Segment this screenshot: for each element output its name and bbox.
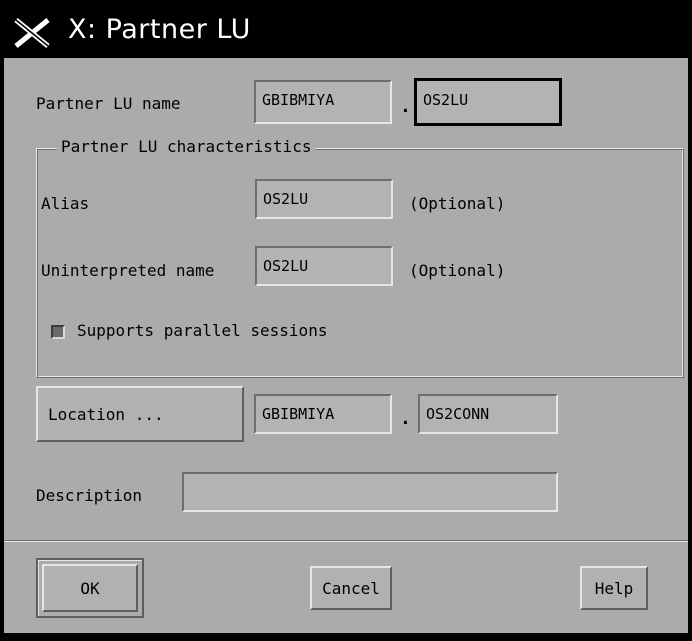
x-window-icon[interactable] [14,18,50,48]
partner-lu-separator: . [400,96,411,117]
description-label: Description [36,486,142,505]
alias-field[interactable]: OS2LU [255,179,393,219]
partner-lu-label: Partner LU name [36,94,181,113]
uninterpreted-optional-label: (Optional) [409,261,506,280]
window-title: X: Partner LU [68,14,251,45]
cancel-button[interactable]: Cancel [310,566,392,610]
button-separator [4,540,688,542]
uninterpreted-name-field[interactable]: OS2LU [255,246,393,286]
alias-label: Alias [41,194,90,213]
partner-lu-name-field[interactable]: OS2LU [414,78,562,126]
characteristics-group-title: Partner LU characteristics [57,137,316,156]
parallel-sessions-checkbox[interactable] [51,325,65,339]
uninterpreted-name-label: Uninterpreted name [41,261,215,280]
location-network-field[interactable]: GBIBMIYA [254,394,392,434]
location-button[interactable]: Location ... [36,386,244,442]
title-bar[interactable]: X: Partner LU [4,4,688,56]
location-connection-field[interactable]: OS2CONN [418,394,558,434]
partner-lu-name-value: OS2LU [423,91,469,109]
description-field[interactable] [182,472,558,512]
partner-lu-network-field[interactable]: GBIBMIYA [254,80,392,124]
location-separator: . [400,408,411,429]
parallel-sessions-label[interactable]: Supports parallel sessions [77,321,327,340]
dialog-body: Partner LU name GBIBMIYA . OS2LU Partner… [4,58,688,633]
help-button[interactable]: Help [580,566,648,610]
alias-optional-label: (Optional) [409,194,506,213]
ok-button[interactable]: OK [42,564,138,612]
dialog-window: X: Partner LU Partner LU name GBIBMIYA .… [0,0,692,641]
partner-lu-characteristics-group: Partner LU characteristics Alias OS2LU (… [36,137,684,378]
